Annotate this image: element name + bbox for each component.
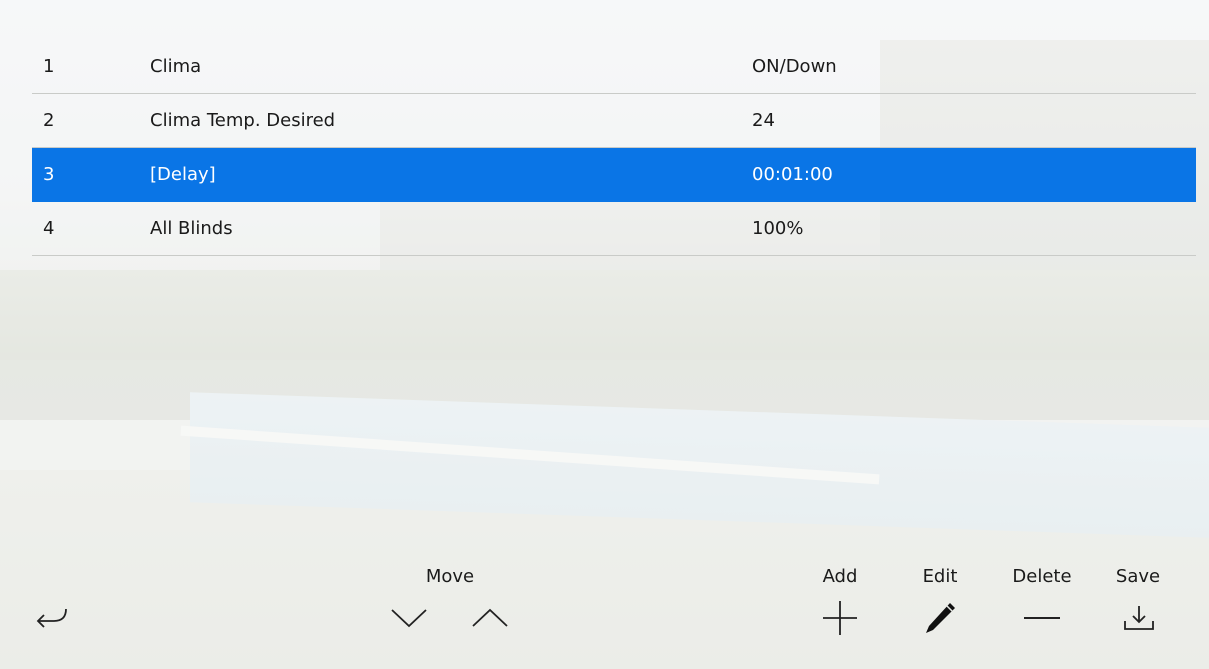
add-label: Add <box>822 566 858 587</box>
minus-icon <box>1022 613 1062 623</box>
row-name: Clima Temp. Desired <box>150 110 336 131</box>
row-value: 100% <box>752 218 804 239</box>
move-label: Move <box>425 566 475 587</box>
table-row[interactable]: 2 Clima Temp. Desired 24 <box>32 94 1196 148</box>
table-row[interactable]: 4 All Blinds 100% <box>32 202 1196 256</box>
row-number: 4 <box>43 218 55 239</box>
bottom-toolbar: Move Add Edit Delete Save <box>0 560 1209 660</box>
return-arrow-icon <box>32 603 72 633</box>
move-down-button[interactable] <box>385 598 433 638</box>
delete-button[interactable] <box>1018 598 1066 638</box>
add-button[interactable] <box>816 598 864 638</box>
row-name: Clima <box>150 56 202 77</box>
row-name: [Delay] <box>150 164 216 185</box>
move-up-button[interactable] <box>466 598 514 638</box>
row-name: All Blinds <box>150 218 233 239</box>
row-value: 24 <box>752 110 775 131</box>
plus-icon <box>821 599 859 637</box>
row-number: 2 <box>43 110 55 131</box>
chevron-down-icon <box>389 606 429 630</box>
pencil-icon <box>921 599 959 637</box>
table-row[interactable]: 1 Clima ON/Down <box>32 40 1196 94</box>
back-button[interactable] <box>28 598 76 638</box>
row-number: 3 <box>43 164 55 185</box>
save-label: Save <box>1115 566 1161 587</box>
row-number: 1 <box>43 56 55 77</box>
table-row-selected[interactable]: 3 [Delay] 00:01:00 <box>32 148 1196 202</box>
edit-label: Edit <box>922 566 958 587</box>
chevron-up-icon <box>470 606 510 630</box>
edit-button[interactable] <box>916 598 964 638</box>
delete-label: Delete <box>1012 566 1072 587</box>
row-value: ON/Down <box>752 56 837 77</box>
save-button[interactable] <box>1115 598 1163 638</box>
download-icon <box>1122 603 1156 633</box>
scene-actions-table: 1 Clima ON/Down 2 Clima Temp. Desired 24… <box>32 40 1196 256</box>
row-value: 00:01:00 <box>752 164 833 185</box>
